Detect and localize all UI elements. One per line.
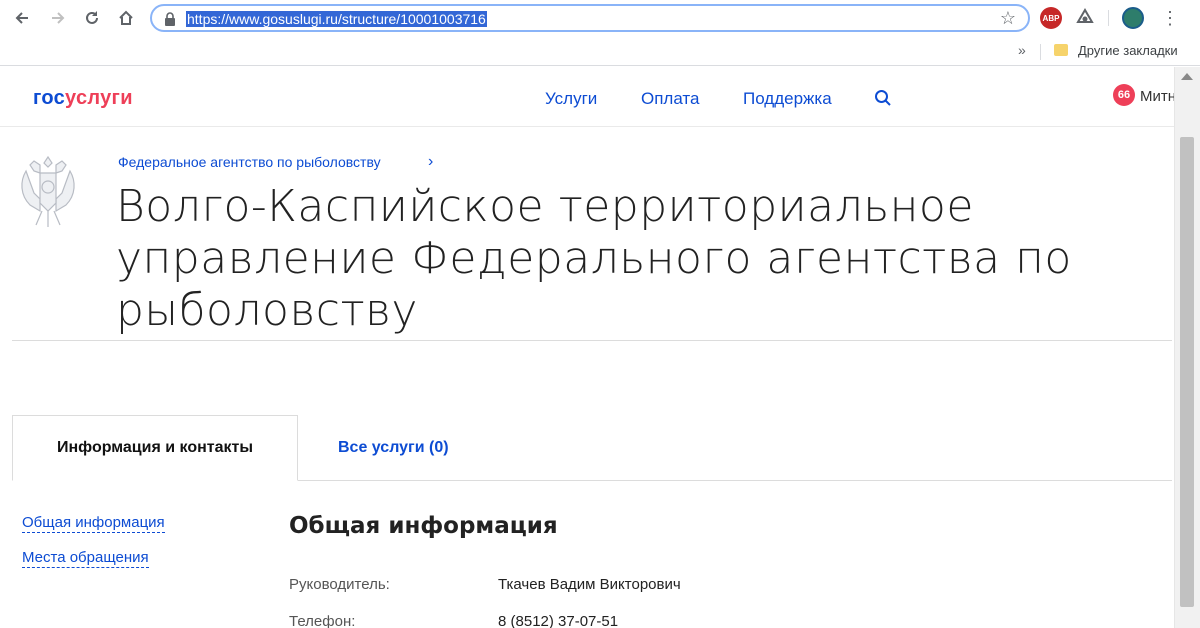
scrollbar[interactable] — [1174, 67, 1200, 628]
logo-text-uslugi: услуги — [65, 87, 133, 109]
bookmarks-overflow-icon[interactable]: » — [1018, 42, 1026, 58]
scroll-up-icon[interactable] — [1181, 73, 1193, 80]
extension-icon[interactable] — [1074, 7, 1096, 29]
site-header: госуслуги Услуги Оплата Поддержка 66 Мит… — [0, 67, 1174, 127]
back-arrow-icon[interactable] — [10, 6, 34, 30]
gosuslugi-logo[interactable]: госуслуги — [33, 87, 133, 110]
bookmarks-bar: » Другие закладки — [0, 36, 1200, 66]
section-title: Общая информация — [289, 513, 558, 539]
notifications-badge[interactable]: 66 — [1113, 84, 1135, 106]
browser-toolbar: https://www.gosuslugi.ru/structure/10001… — [0, 0, 1200, 36]
bookmarks-divider — [1040, 44, 1041, 60]
reload-icon[interactable] — [80, 6, 104, 30]
tab-info-contacts[interactable]: Информация и контакты — [12, 415, 298, 481]
other-bookmarks-folder[interactable]: Другие закладки — [1078, 43, 1178, 58]
search-icon[interactable] — [874, 89, 892, 107]
folder-icon — [1054, 44, 1068, 56]
tabs: Информация и контакты Все услуги (0) — [12, 415, 1172, 481]
field-value-head: Ткачев Вадим Викторович — [498, 576, 681, 593]
address-bar[interactable]: https://www.gosuslugi.ru/structure/10001… — [150, 4, 1030, 32]
web-page: госуслуги Услуги Оплата Поддержка 66 Мит… — [0, 67, 1174, 628]
field-value-phone[interactable]: 8 (8512) 37-07-51 — [498, 613, 618, 628]
profile-avatar[interactable] — [1122, 7, 1144, 29]
bookmark-star-icon[interactable]: ☆ — [1000, 8, 1016, 29]
url-text[interactable]: https://www.gosuslugi.ru/structure/10001… — [186, 11, 487, 27]
breadcrumb-parent[interactable]: Федеральное агентство по рыболовству — [118, 154, 381, 170]
toolbar-divider — [1108, 10, 1109, 26]
nav-payment[interactable]: Оплата — [641, 89, 699, 109]
logo-text-gos: гос — [33, 87, 66, 109]
tab-all-services[interactable]: Все услуги (0) — [338, 415, 449, 481]
section-divider — [12, 340, 1172, 341]
field-label-phone: Телефон: — [289, 613, 356, 628]
nav-support[interactable]: Поддержка — [743, 89, 832, 109]
adblock-label: ABP — [1042, 13, 1060, 23]
scrollbar-thumb[interactable] — [1180, 137, 1194, 607]
side-link-general-info[interactable]: Общая информация — [22, 514, 165, 533]
nav-services[interactable]: Услуги — [545, 89, 597, 109]
home-icon[interactable] — [114, 6, 138, 30]
menu-kebab-icon[interactable]: ⋮ — [1158, 6, 1182, 30]
coat-of-arms-emblem — [21, 155, 75, 227]
forward-arrow-icon[interactable] — [46, 6, 70, 30]
adblock-extension-icon[interactable]: ABP — [1040, 7, 1062, 29]
field-label-head: Руководитель: — [289, 576, 390, 593]
user-name[interactable]: Митн — [1140, 88, 1174, 105]
page-title: Волго-Каспийское территориальное управле… — [116, 181, 1072, 336]
chevron-right-icon: › — [428, 153, 434, 170]
lock-icon — [165, 12, 175, 26]
side-link-places[interactable]: Места обращения — [22, 549, 149, 568]
